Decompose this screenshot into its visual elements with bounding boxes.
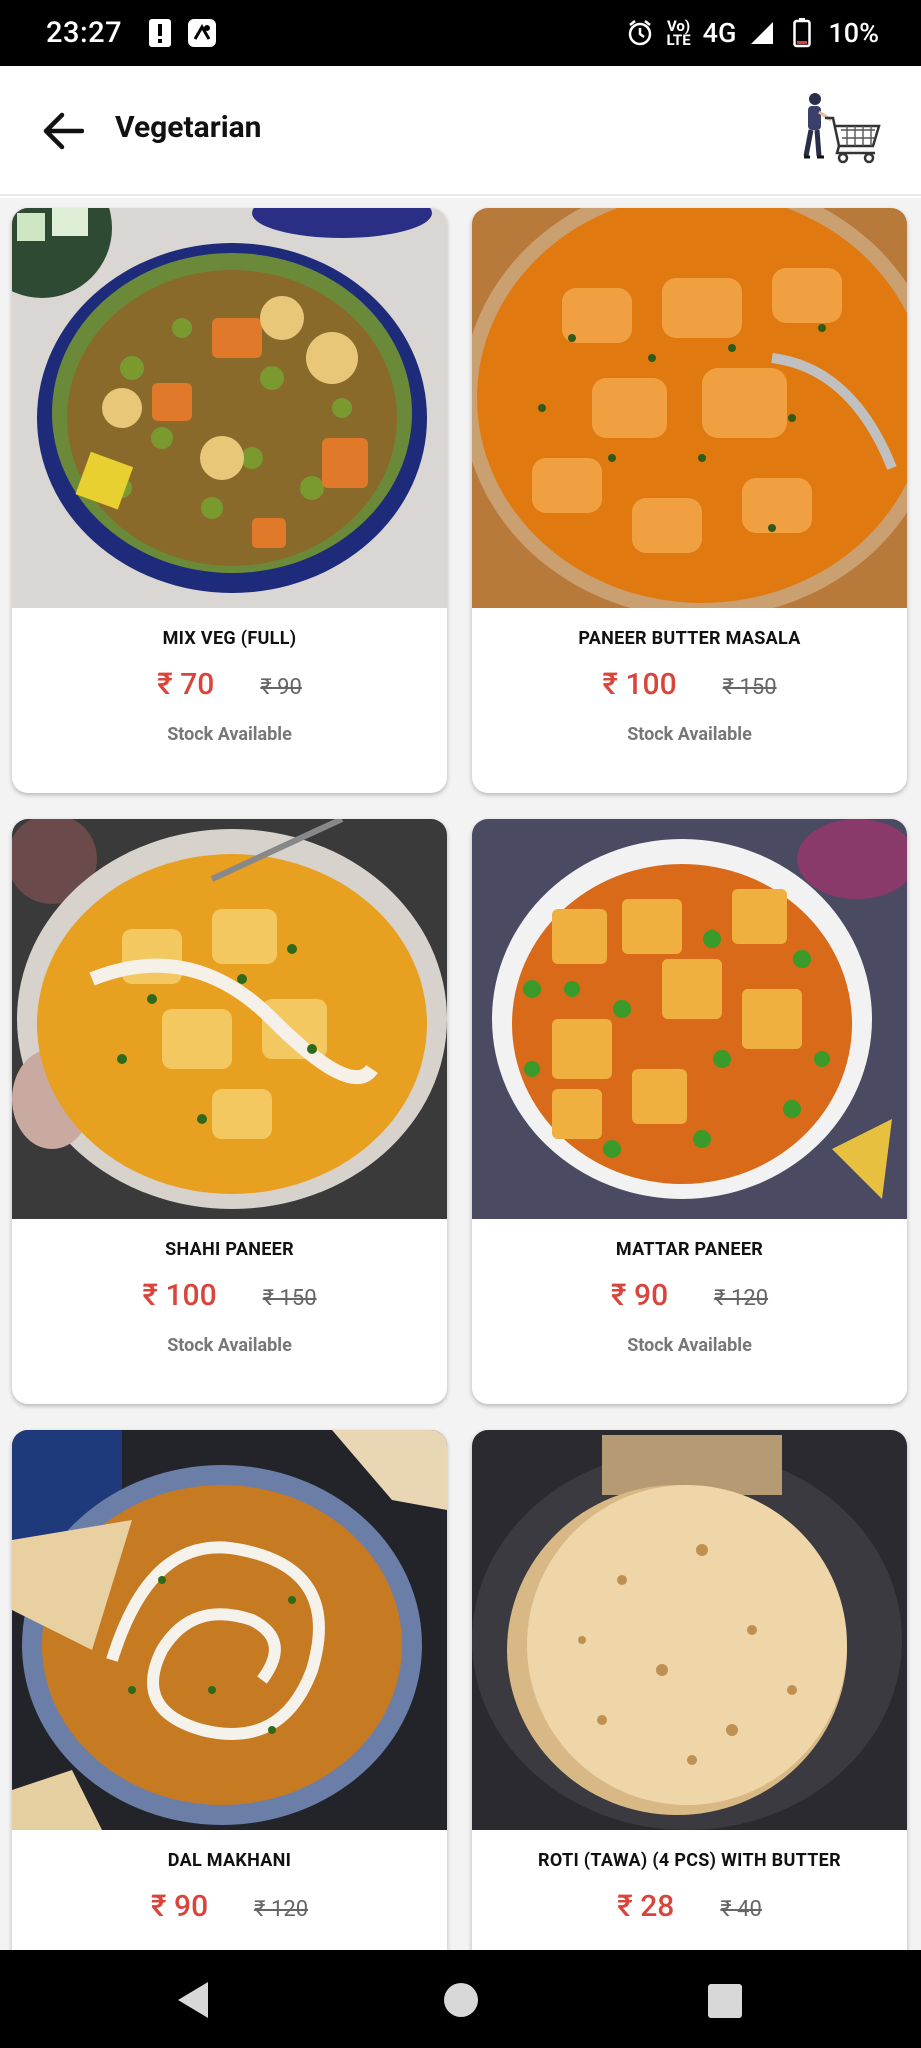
price-row: ₹ 28 ₹ 40 bbox=[472, 1889, 907, 1924]
product-name: MATTAR PANEER bbox=[615, 1239, 764, 1260]
product-mrp: ₹ 150 bbox=[722, 675, 777, 700]
product-card[interactable]: SHAHI PANEER ₹ 100 ₹ 150 Stock Available bbox=[12, 819, 447, 1404]
page-title: Vegetarian bbox=[115, 110, 262, 145]
product-card[interactable]: DAL MAKHANI ₹ 90 ₹ 120 bbox=[12, 1430, 447, 1950]
nav-recents-button[interactable] bbox=[700, 1976, 748, 2024]
status-time: 23:27 bbox=[46, 16, 123, 50]
stock-status: Stock Available bbox=[167, 1335, 292, 1356]
system-icons: Vo) LTE 4G 10% bbox=[626, 17, 879, 49]
product-name: MIX VEG (FULL) bbox=[162, 628, 297, 649]
product-price: ₹ 100 bbox=[602, 667, 677, 702]
stock-status: Stock Available bbox=[627, 724, 752, 745]
triangle-back-icon bbox=[178, 1982, 208, 2018]
product-card[interactable]: PANEER BUTTER MASALA ₹ 100 ₹ 150 Stock A… bbox=[472, 208, 907, 793]
nav-home-button[interactable] bbox=[437, 1976, 485, 2024]
dal-makhani-image bbox=[12, 1430, 447, 1830]
app-bar: Vegetarian bbox=[0, 66, 921, 196]
alarm-icon bbox=[626, 19, 654, 47]
square-recents-icon bbox=[708, 1984, 742, 2018]
nav-back-button[interactable] bbox=[170, 1976, 218, 2024]
price-row: ₹ 100 ₹ 150 bbox=[472, 667, 907, 702]
product-name: ROTI (TAWA) (4 PCS) WITH BUTTER bbox=[538, 1850, 841, 1871]
network-type: 4G bbox=[702, 17, 737, 49]
mix-veg-image bbox=[12, 208, 447, 608]
arrow-left-icon bbox=[43, 112, 84, 150]
status-bar: 23:27 Vo) LTE 4G 10% bbox=[0, 0, 921, 66]
back-button[interactable] bbox=[38, 106, 88, 156]
product-price: ₹ 70 bbox=[157, 667, 215, 702]
cart-button[interactable] bbox=[795, 90, 881, 172]
product-mrp: ₹ 120 bbox=[714, 1286, 769, 1311]
product-name: SHAHI PANEER bbox=[165, 1239, 294, 1260]
product-mrp: ₹ 90 bbox=[260, 675, 302, 700]
product-card[interactable]: MIX VEG (FULL) ₹ 70 ₹ 90 Stock Available bbox=[12, 208, 447, 793]
stock-status: Stock Available bbox=[167, 724, 292, 745]
product-price: ₹ 100 bbox=[142, 1278, 217, 1313]
shahi-paneer-image bbox=[12, 819, 447, 1219]
product-name: PANEER BUTTER MASALA bbox=[578, 628, 801, 649]
app-notification-icon bbox=[188, 19, 217, 47]
circle-home-icon bbox=[444, 1983, 478, 2017]
product-card[interactable]: MATTAR PANEER ₹ 90 ₹ 120 Stock Available bbox=[472, 819, 907, 1404]
product-name: DAL MAKHANI bbox=[167, 1850, 292, 1871]
battery-percent: 10% bbox=[828, 17, 879, 49]
product-mrp: ₹ 150 bbox=[262, 1286, 317, 1311]
battery-icon bbox=[788, 18, 816, 48]
product-price: ₹ 90 bbox=[610, 1278, 669, 1313]
product-price: ₹ 90 bbox=[150, 1889, 209, 1924]
volte-icon: Vo) LTE bbox=[666, 17, 691, 49]
alert-icon bbox=[146, 19, 174, 47]
roti-image bbox=[472, 1430, 907, 1830]
mattar-paneer-image bbox=[472, 819, 907, 1219]
product-card[interactable]: ROTI (TAWA) (4 PCS) WITH BUTTER ₹ 28 ₹ 4… bbox=[472, 1430, 907, 1950]
product-mrp: ₹ 120 bbox=[254, 1897, 309, 1922]
price-row: ₹ 90 ₹ 120 bbox=[472, 1278, 907, 1313]
price-row: ₹ 70 ₹ 90 bbox=[12, 667, 447, 702]
product-grid: MIX VEG (FULL) ₹ 70 ₹ 90 Stock Available… bbox=[0, 198, 921, 1950]
notification-icons bbox=[146, 19, 217, 47]
price-row: ₹ 100 ₹ 150 bbox=[12, 1278, 447, 1313]
cart-icon bbox=[803, 93, 881, 164]
signal-icon bbox=[748, 19, 776, 47]
price-row: ₹ 90 ₹ 120 bbox=[12, 1889, 447, 1924]
stock-status: Stock Available bbox=[627, 1335, 752, 1356]
paneer-butter-masala-image bbox=[472, 208, 907, 608]
system-nav-bar bbox=[0, 1950, 921, 2048]
product-price: ₹ 28 bbox=[617, 1889, 675, 1924]
product-mrp: ₹ 40 bbox=[720, 1897, 762, 1922]
